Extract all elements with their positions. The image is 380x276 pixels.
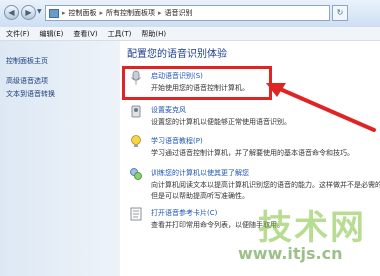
setup-microphone-link[interactable]: 设置麦克风 [151,105,186,115]
take-tutorial-link[interactable]: 学习语音教程(P) [151,136,203,146]
separator-icon: ▸ [158,9,162,17]
history-dropdown-icon[interactable]: ▼ [37,7,43,17]
back-button[interactable]: ◀ [4,5,19,20]
red-arrow-icon [266,83,376,132]
open-reference-card-link[interactable]: 打开语音参考卡片(C) [151,208,217,218]
separator-icon: ▸ [62,9,66,17]
page-title: 配置您的语音识别体验 [127,49,227,60]
menu-tools[interactable]: 工具(T) [108,29,132,39]
sidebar-item-tts[interactable]: 文本到语音转换 [6,89,55,99]
menu-help[interactable]: 帮助(H) [141,29,166,39]
menu-edit[interactable]: 编辑(E) [40,29,64,39]
training-icon [130,168,142,180]
sidebar-item-advanced[interactable]: 高级语音选项 [6,76,48,86]
task-desc: 但是可以帮助提高听写准确性。 [151,192,249,200]
forward-button[interactable]: ▶ [21,5,36,20]
crumb-speech-recognition[interactable]: 语音识别 [165,8,193,18]
menu-bar: 文件(F) 编辑(E) 查看(V) 工具(T) 帮助(H) [0,27,380,41]
reference-card-icon [130,207,142,221]
watermark-logo: 技术网 [258,208,366,248]
sidebar-item-home[interactable]: 控制面板主页 [6,56,48,66]
menu-file[interactable]: 文件(F) [6,29,30,39]
refresh-button[interactable]: ↻ [332,5,348,21]
watermark-url: www.itjs.cn [238,244,343,263]
highlight-box [122,66,272,100]
train-computer-link[interactable]: 训练您的计算机以使其更了解您 [151,168,249,178]
address-toolbar: ◀ ▶ ▼ ▸ 控制面板 ▸ 所有控制面板项 ▸ 语音识别 ↻ [0,0,380,27]
separator-icon: ▸ [99,9,104,17]
menu-view[interactable]: 查看(V) [73,29,97,39]
control-panel-icon [49,8,59,18]
crumb-all-items[interactable]: 所有控制面板项 [106,8,155,18]
task-desc: 学习通过语音控制计算机，并了解要使用的基本语音命令和技巧。 [151,149,354,157]
lightbulb-icon [131,135,141,147]
task-desc: 向计算机阅读文本以提高计算机识别您的语音的能力。这样做并不是必需的， [151,181,380,189]
microphone-setup-icon [131,105,141,118]
crumb-control-panel[interactable]: 控制面板 [69,8,97,18]
sidebar: 控制面板主页 高级语音选项 文本到语音转换 [0,41,120,276]
breadcrumb[interactable]: ▸ 控制面板 ▸ 所有控制面板项 ▸ 语音识别 [45,5,330,21]
